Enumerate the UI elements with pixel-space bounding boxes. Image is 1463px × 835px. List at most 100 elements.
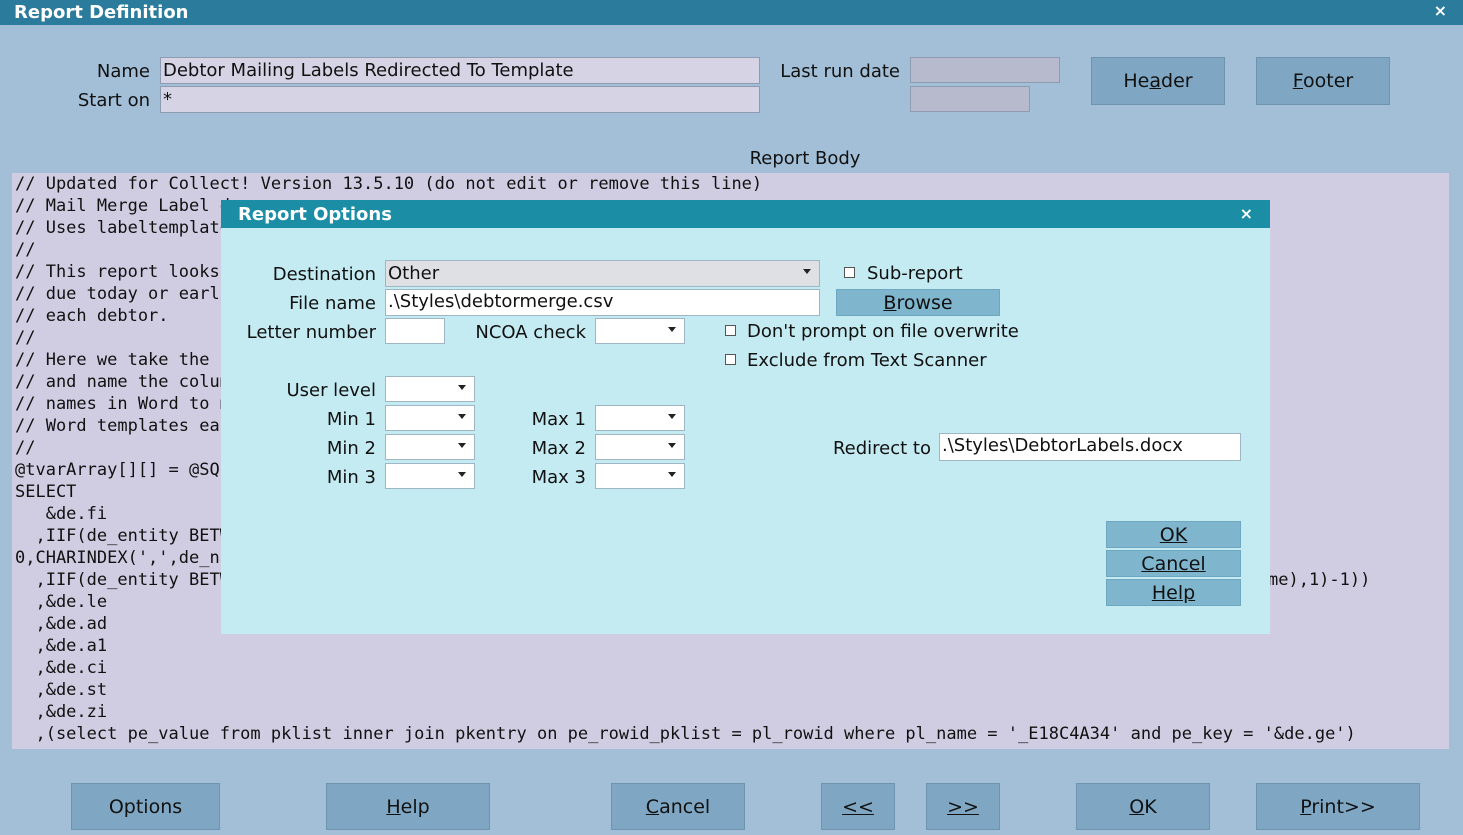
dialog-close-icon[interactable]: × [1240, 204, 1253, 223]
header-button[interactable]: Header [1091, 57, 1225, 105]
code-line: // [15, 240, 36, 260]
dont-prompt-overwrite-checkbox[interactable] [725, 325, 736, 336]
destination-select[interactable]: Other [385, 260, 820, 287]
chevron-down-icon [458, 443, 466, 448]
max-1-select[interactable] [595, 405, 685, 431]
code-line: ,&de.ci [15, 658, 108, 678]
start-on-label: Start on [77, 90, 150, 111]
dialog-ok-button[interactable]: OK [1106, 521, 1241, 548]
dialog-help-button[interactable]: Help [1106, 579, 1241, 606]
min-2-select[interactable] [385, 434, 475, 460]
footer-button[interactable]: Footer [1256, 57, 1390, 105]
code-line: // Mail Merge Label d [15, 196, 230, 216]
chevron-down-icon [803, 269, 811, 274]
file-name-field[interactable]: .\Styles\debtormerge.csv [385, 289, 820, 316]
exclude-text-scanner-label: Exclude from Text Scanner [747, 350, 987, 371]
code-line: ,(select pe_value from pklist inner join… [15, 724, 1356, 744]
help-button-label: Help [386, 795, 430, 818]
min-3-select[interactable] [385, 463, 475, 489]
next-button[interactable]: >> [926, 783, 1000, 830]
code-line: // and name the colum [15, 372, 230, 392]
exclude-text-scanner-checkbox[interactable] [725, 354, 736, 365]
print-button-label: Print>> [1300, 795, 1376, 818]
ok-button[interactable]: OK [1076, 783, 1210, 830]
dont-prompt-overwrite-label: Don't prompt on file overwrite [747, 321, 1019, 342]
name-label: Name [96, 61, 150, 82]
redirect-to-label: Redirect to [832, 438, 931, 459]
code-line: // each debtor. [15, 306, 169, 326]
window-title: Report Definition [14, 2, 189, 23]
code-line: // names in Word to m [15, 394, 230, 414]
file-name-label: File name [289, 293, 376, 314]
browse-button[interactable]: Browse [836, 289, 1000, 316]
code-line: ,&de.zi [15, 702, 108, 722]
header-button-label: Header [1123, 70, 1193, 92]
code-line: ,&de.a1 [15, 636, 108, 656]
code-line: // Updated for Collect! Version 13.5.10 … [15, 174, 763, 194]
dialog-help-button-label: Help [1151, 581, 1196, 604]
max-1-label: Max 1 [531, 409, 586, 430]
redirect-to-field[interactable]: .\Styles\DebtorLabels.docx [939, 433, 1241, 461]
cancel-button[interactable]: Cancel [611, 783, 745, 830]
dialog-title: Report Options [238, 204, 392, 225]
letter-number-field[interactable] [385, 318, 445, 344]
name-field[interactable]: Debtor Mailing Labels Redirected To Temp… [160, 57, 760, 84]
sub-report-checkbox[interactable] [844, 267, 855, 278]
ncoa-check-label: NCOA check [475, 322, 586, 343]
letter-number-label: Letter number [246, 322, 376, 343]
code-line: ,IIF(de_entity BETW [15, 570, 230, 590]
options-button[interactable]: Options [71, 783, 220, 830]
user-level-select[interactable] [385, 376, 475, 402]
ok-button-label: OK [1129, 795, 1157, 818]
browse-button-label: Browse [883, 291, 953, 314]
chevron-down-icon [668, 414, 676, 419]
code-line: // Word templates eas [15, 416, 230, 436]
previous-button-label: << [842, 795, 874, 818]
min-1-select[interactable] [385, 405, 475, 431]
report-body-label: Report Body [749, 148, 861, 169]
min-1-label: Min 1 [326, 409, 376, 430]
code-line: &de.fi [15, 504, 108, 524]
chevron-down-icon [458, 472, 466, 477]
chevron-down-icon [668, 472, 676, 477]
previous-button[interactable]: << [821, 783, 895, 830]
chevron-down-icon [668, 443, 676, 448]
code-line: 0,CHARINDEX(',',de_na [15, 548, 230, 568]
print-button[interactable]: Print>> [1256, 783, 1420, 830]
dialog-cancel-button[interactable]: Cancel [1106, 550, 1241, 577]
cancel-button-label: Cancel [645, 795, 711, 818]
code-line: @tvarArray[][] = @SQL [15, 460, 230, 480]
code-line-tail: me),1)-1)) [1268, 570, 1371, 590]
max-3-label: Max 3 [531, 467, 586, 488]
code-line: // [15, 438, 36, 458]
start-on-field[interactable]: * [160, 86, 760, 113]
code-line: // Here we take the f [15, 350, 230, 370]
ncoa-check-select[interactable] [595, 318, 685, 344]
close-icon[interactable]: × [1434, 1, 1447, 20]
last-run-time-field [910, 86, 1030, 112]
code-line: // This report looks [15, 262, 220, 282]
code-line: // Uses labeltemplate [15, 218, 230, 238]
min-3-label: Min 3 [326, 467, 376, 488]
code-line: // due today or earli [15, 284, 230, 304]
chevron-down-icon [458, 414, 466, 419]
user-level-label: User level [286, 380, 376, 401]
window-titlebar: Report Definition × [0, 0, 1463, 25]
code-line: ,&de.le [15, 592, 108, 612]
last-run-date-field [910, 57, 1060, 83]
code-line: ,&de.st [15, 680, 108, 700]
max-2-label: Max 2 [531, 438, 586, 459]
last-run-date-label: Last run date [780, 61, 900, 82]
chevron-down-icon [668, 327, 676, 332]
help-button[interactable]: Help [326, 783, 490, 830]
dialog-titlebar: Report Options × [221, 200, 1270, 228]
code-line: ,IIF(de_entity BETW [15, 526, 230, 546]
sub-report-label: Sub-report [867, 263, 963, 284]
next-button-label: >> [947, 795, 979, 818]
options-button-label: Options [108, 795, 183, 818]
code-line: ,&de.ad [15, 614, 108, 634]
max-3-select[interactable] [595, 463, 685, 489]
destination-label: Destination [272, 264, 376, 285]
destination-value: Other [388, 263, 440, 284]
max-2-select[interactable] [595, 434, 685, 460]
